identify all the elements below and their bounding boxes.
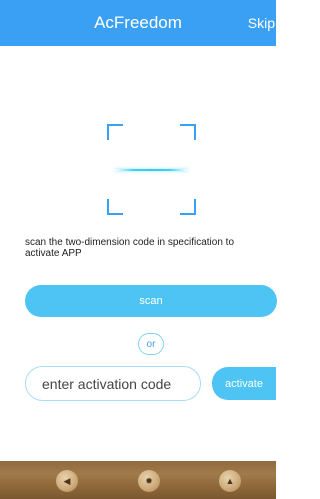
skip-button[interactable]: Skip xyxy=(248,15,275,31)
menu-nav-icon[interactable]: ▲ xyxy=(219,470,241,492)
top-bar: AcFreedom Skip xyxy=(0,0,276,46)
home-nav-icon[interactable]: ✹ xyxy=(138,470,160,492)
navigation-bar: ◀ ✹ ▲ xyxy=(0,461,276,499)
app-title: AcFreedom xyxy=(94,13,182,32)
scan-corner-bottom-left xyxy=(107,199,123,215)
scan-corner-top-right xyxy=(180,124,196,140)
scan-corner-top-left xyxy=(107,124,123,140)
or-separator: or xyxy=(138,333,164,355)
scan-corner-bottom-right xyxy=(180,199,196,215)
back-nav-icon[interactable]: ◀ xyxy=(56,470,78,492)
scan-line xyxy=(115,169,188,171)
instruction-text: scan the two-dimension code in specifica… xyxy=(25,237,235,259)
activate-button[interactable]: activate xyxy=(212,367,276,400)
activation-code-input[interactable]: enter activation code xyxy=(25,366,201,401)
scan-button[interactable]: scan xyxy=(25,285,277,317)
scan-frame xyxy=(107,124,196,215)
